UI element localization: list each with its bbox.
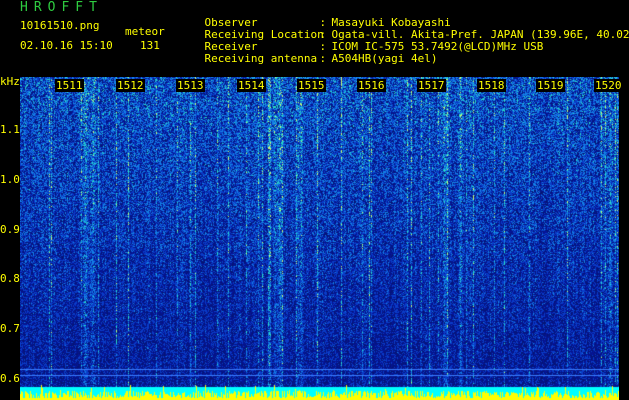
y-tick-label: 0.7 bbox=[0, 322, 20, 335]
time-tick-label: 1513 bbox=[176, 79, 205, 92]
y-tick-label: 1.0 bbox=[0, 173, 20, 186]
time-tick-label: 1518 bbox=[477, 79, 506, 92]
spectrogram-canvas bbox=[20, 77, 619, 400]
y-tick-label: 0.6 bbox=[0, 372, 20, 385]
time-tick-label: 1517 bbox=[417, 79, 446, 92]
time-tick-label: 1515 bbox=[297, 79, 326, 92]
info-row-antenna: Receiving antenna: A504HB(yagi 4el) bbox=[178, 41, 438, 77]
time-tick-label: 1512 bbox=[116, 79, 145, 92]
app-title: HROFFT bbox=[20, 0, 103, 15]
time-tick-label: 1519 bbox=[536, 79, 565, 92]
time-tick-label: 1514 bbox=[237, 79, 266, 92]
header-panel: HROFFT 10161510.png meteor 02.10.16 15:1… bbox=[0, 0, 629, 76]
y-axis-unit: kHz bbox=[0, 75, 20, 88]
meteor-label: meteor bbox=[125, 25, 165, 38]
time-tick-label: 1511 bbox=[55, 79, 84, 92]
info-label: Receiving antenna bbox=[204, 52, 318, 65]
meteor-count: 131 bbox=[140, 39, 160, 52]
info-value: A504HB(yagi 4el) bbox=[331, 52, 438, 65]
y-tick-label: 1.1 bbox=[0, 123, 20, 136]
y-tick-label: 0.8 bbox=[0, 272, 20, 285]
time-tick-label: 1516 bbox=[357, 79, 386, 92]
datetime-label: 02.10.16 15:10 bbox=[20, 39, 113, 52]
time-tick-label: 1520 bbox=[594, 79, 623, 92]
y-tick-label: 0.9 bbox=[0, 223, 20, 236]
filename-label: 10161510.png bbox=[20, 19, 100, 32]
info-separator: : bbox=[319, 52, 327, 65]
